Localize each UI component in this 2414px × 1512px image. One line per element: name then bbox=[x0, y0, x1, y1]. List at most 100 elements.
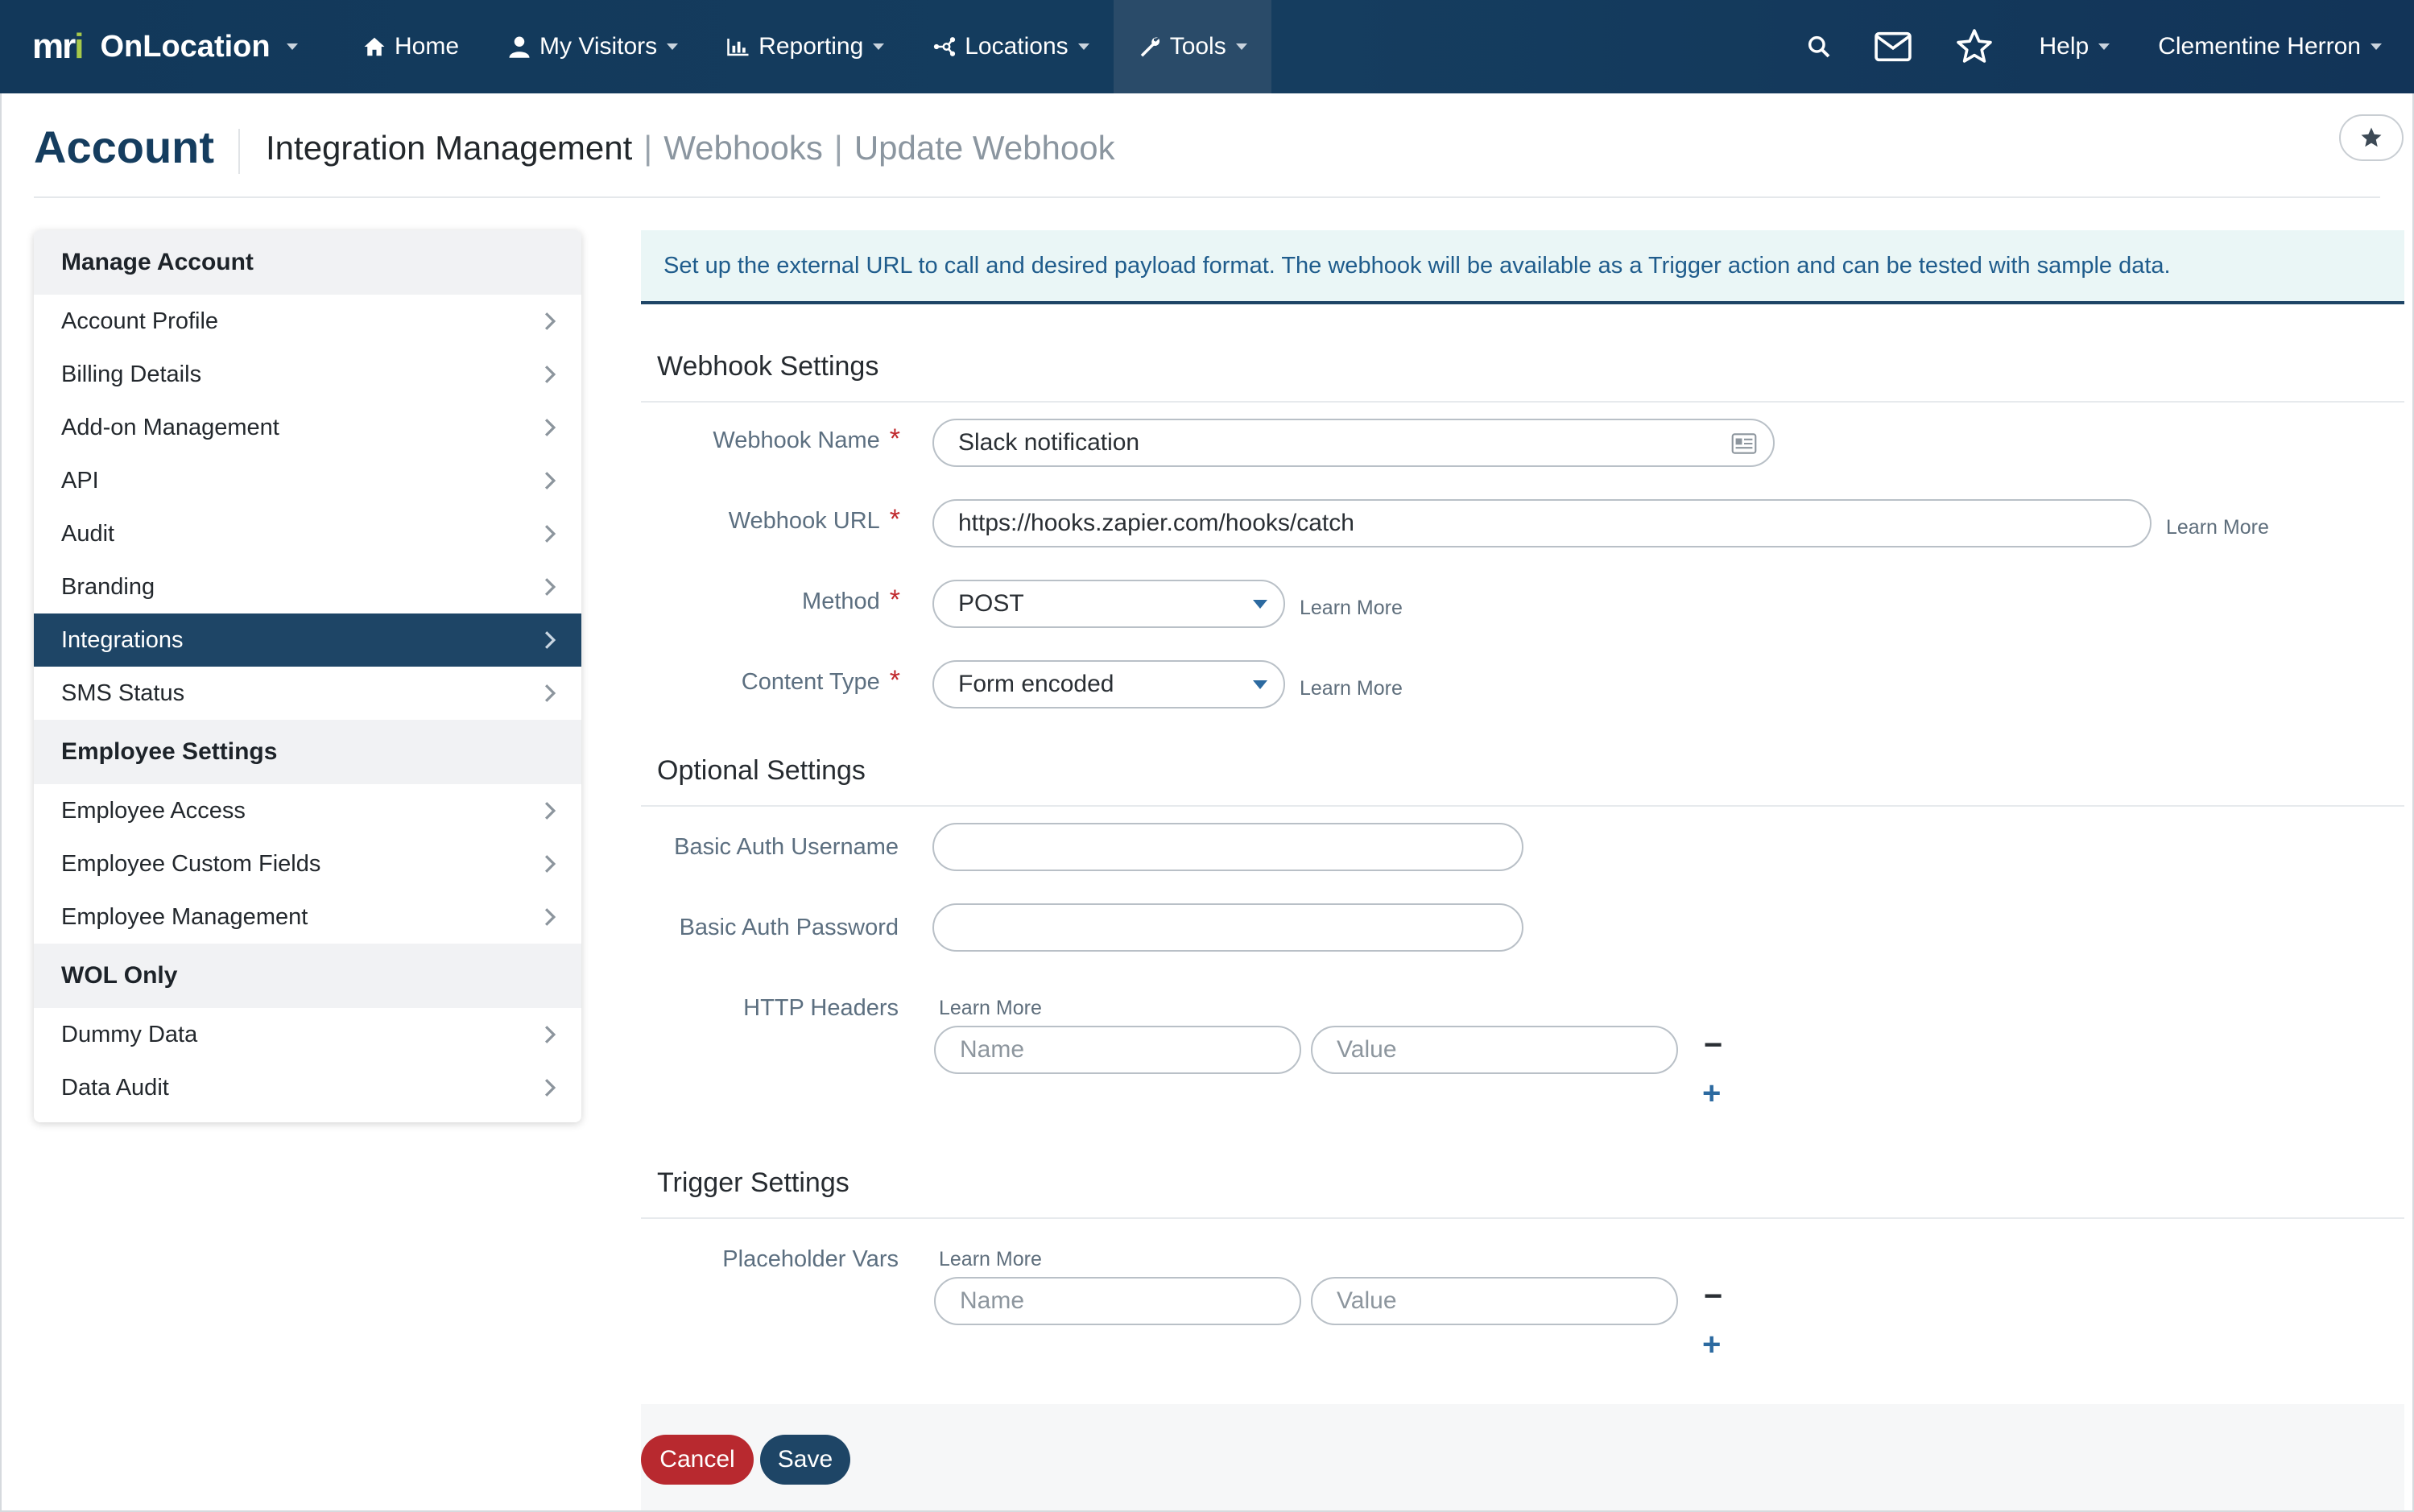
remove-placeholder-var-button[interactable]: − bbox=[1704, 1279, 1722, 1315]
sidebar-item-employee-access[interactable]: Employee Access bbox=[34, 784, 581, 837]
sidebar-item-label: Audit bbox=[61, 520, 115, 547]
nav-my-visitors-label: My Visitors bbox=[539, 33, 658, 60]
cancel-button[interactable]: Cancel bbox=[641, 1435, 754, 1485]
breadcrumb-integration-management[interactable]: Integration Management bbox=[266, 129, 632, 167]
webhook-url-input[interactable]: https://hooks.zapier.com/hooks/catch bbox=[932, 499, 2152, 547]
sidebar-item-billing-details[interactable]: Billing Details bbox=[34, 348, 581, 401]
chevron-down-icon bbox=[1253, 680, 1267, 689]
placeholder-var-value-input[interactable]: Value bbox=[1311, 1277, 1678, 1325]
section-divider bbox=[641, 401, 2404, 403]
chevron-right-icon bbox=[544, 1079, 556, 1097]
brand-menu[interactable]: mri OnLocation bbox=[0, 0, 338, 93]
sidebar-item-add-on-management[interactable]: Add-on Management bbox=[34, 401, 581, 454]
required-marker: * bbox=[889, 665, 900, 696]
http-header-name-input[interactable]: Name bbox=[934, 1026, 1301, 1074]
webhook-name-label: Webhook Name * bbox=[713, 423, 900, 454]
sidebar-item-employee-custom-fields[interactable]: Employee Custom Fields bbox=[34, 837, 581, 890]
nav-my-visitors[interactable]: My Visitors bbox=[483, 0, 702, 93]
sidebar-item-label: Employee Access bbox=[61, 797, 246, 824]
method-label: Method * bbox=[802, 585, 900, 615]
home-icon bbox=[362, 35, 386, 59]
http-header-value-placeholder: Value bbox=[1337, 1036, 1397, 1063]
webhook-url-learn-more-link[interactable]: Learn More bbox=[2166, 516, 2269, 539]
user-menu[interactable]: Clementine Herron bbox=[2134, 0, 2414, 93]
http-header-value-input[interactable]: Value bbox=[1311, 1026, 1678, 1074]
sidebar-item-integrations[interactable]: Integrations bbox=[34, 613, 581, 667]
info-banner: Set up the external URL to call and desi… bbox=[641, 230, 2404, 304]
http-headers-learn-more-link[interactable]: Learn More bbox=[939, 997, 1042, 1020]
nav-home[interactable]: Home bbox=[338, 0, 483, 93]
content-type-learn-more-link[interactable]: Learn More bbox=[1300, 677, 1403, 700]
section-divider bbox=[641, 1217, 2404, 1219]
add-placeholder-var-button[interactable]: + bbox=[1702, 1327, 1721, 1363]
placeholder-vars-learn-more-link[interactable]: Learn More bbox=[939, 1248, 1042, 1271]
messages-button[interactable] bbox=[1853, 0, 1933, 93]
search-icon bbox=[1808, 35, 1829, 58]
webhook-name-input[interactable]: Slack notification bbox=[932, 419, 1775, 467]
sidebar-item-label: Add-on Management bbox=[61, 414, 279, 440]
help-menu[interactable]: Help bbox=[2015, 0, 2135, 93]
sidebar-item-employee-management[interactable]: Employee Management bbox=[34, 890, 581, 944]
nav-locations[interactable]: Locations bbox=[908, 0, 1113, 93]
placeholder-var-name-placeholder: Name bbox=[960, 1287, 1025, 1314]
sidebar-item-sms-status[interactable]: SMS Status bbox=[34, 667, 581, 720]
section-title-optional-settings: Optional Settings bbox=[657, 755, 866, 786]
top-navigation: mri OnLocation Home My Visitors Reportin… bbox=[0, 0, 2414, 93]
user-name: Clementine Herron bbox=[2158, 33, 2361, 60]
chevron-right-icon bbox=[544, 684, 556, 702]
favorites-button[interactable] bbox=[1933, 0, 2015, 93]
chevron-right-icon bbox=[544, 419, 556, 436]
section-title-trigger-settings: Trigger Settings bbox=[657, 1167, 849, 1198]
star-icon bbox=[2361, 127, 2382, 147]
basic-auth-username-input[interactable] bbox=[932, 823, 1523, 871]
breadcrumb-separator: | bbox=[643, 129, 653, 167]
nav-tools[interactable]: Tools bbox=[1113, 0, 1271, 93]
wrench-icon bbox=[1138, 35, 1162, 59]
sidebar-item-branding[interactable]: Branding bbox=[34, 560, 581, 613]
form-footer bbox=[641, 1404, 2404, 1510]
sidebar-item-label: Data Audit bbox=[61, 1074, 169, 1101]
chevron-right-icon bbox=[544, 802, 556, 820]
remove-header-button[interactable]: − bbox=[1704, 1027, 1722, 1064]
content-type-select[interactable]: Form encoded bbox=[932, 660, 1285, 708]
basic-auth-password-input[interactable] bbox=[932, 903, 1523, 952]
webhook-name-value: Slack notification bbox=[958, 429, 1140, 456]
section-divider bbox=[641, 805, 2404, 807]
sidebar-item-label: Dummy Data bbox=[61, 1021, 198, 1047]
search-button[interactable] bbox=[1785, 0, 1853, 93]
nav-reporting[interactable]: Reporting bbox=[702, 0, 908, 93]
chevron-down-icon bbox=[2371, 43, 2382, 50]
content-type-value: Form encoded bbox=[958, 671, 1114, 697]
placeholder-var-name-input[interactable]: Name bbox=[934, 1277, 1301, 1325]
save-button[interactable]: Save bbox=[760, 1435, 850, 1485]
breadcrumb-webhooks[interactable]: Webhooks bbox=[663, 129, 823, 167]
content-type-label: Content Type * bbox=[741, 665, 900, 696]
nav-locations-label: Locations bbox=[965, 33, 1069, 60]
page-title: Account bbox=[34, 122, 214, 172]
placeholder-var-value-placeholder: Value bbox=[1337, 1287, 1397, 1314]
sidebar-item-account-profile[interactable]: Account Profile bbox=[34, 295, 581, 348]
help-label: Help bbox=[2039, 33, 2090, 60]
method-select[interactable]: POST bbox=[932, 580, 1285, 628]
method-learn-more-link[interactable]: Learn More bbox=[1300, 597, 1403, 620]
favorite-page-button[interactable] bbox=[2339, 114, 2404, 161]
nav-home-label: Home bbox=[395, 33, 460, 60]
webhook-url-label: Webhook URL * bbox=[728, 504, 900, 535]
chart-icon bbox=[726, 35, 750, 59]
required-marker: * bbox=[889, 504, 900, 535]
http-headers-label: HTTP Headers bbox=[743, 995, 899, 1021]
sidebar-item-audit[interactable]: Audit bbox=[34, 507, 581, 560]
add-header-button[interactable]: + bbox=[1702, 1076, 1721, 1112]
sidebar-item-label: Branding bbox=[61, 573, 155, 600]
sidebar-item-label: Account Profile bbox=[61, 308, 219, 334]
chevron-down-icon bbox=[2098, 43, 2110, 50]
header-divider bbox=[238, 129, 240, 174]
chevron-right-icon bbox=[544, 1026, 556, 1043]
sidebar-item-dummy-data[interactable]: Dummy Data bbox=[34, 1008, 581, 1061]
sidebar-item-api[interactable]: API bbox=[34, 454, 581, 507]
chevron-down-icon bbox=[286, 43, 298, 50]
sidebar-section-manage-account: Manage Account bbox=[34, 230, 581, 295]
chevron-right-icon bbox=[544, 366, 556, 383]
sidebar-item-data-audit[interactable]: Data Audit bbox=[34, 1061, 581, 1114]
section-title-webhook-settings: Webhook Settings bbox=[657, 351, 879, 382]
